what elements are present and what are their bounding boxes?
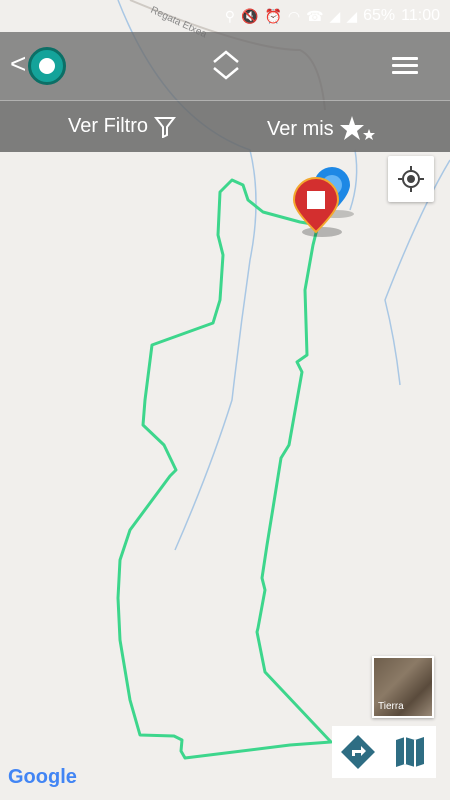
app-logo-icon[interactable] xyxy=(28,47,66,85)
hamburger-menu-icon[interactable] xyxy=(392,57,418,75)
satellite-layer-toggle[interactable]: Tierra xyxy=(372,656,434,718)
favorites-star-icon xyxy=(339,116,375,140)
filter-icon xyxy=(154,116,177,138)
satellite-layer-label: Tierra xyxy=(378,701,404,712)
google-attribution: Google xyxy=(8,766,77,789)
view-favorites-button[interactable]: Ver mis xyxy=(267,115,376,143)
back-chevron-icon[interactable]: < xyxy=(10,50,26,78)
view-favorites-label: Ver mis xyxy=(267,117,334,140)
filter-bar: Ver Filtro Ver mis xyxy=(0,100,450,152)
view-filter-button[interactable]: Ver Filtro xyxy=(68,115,177,138)
alarm-icon: ⏰ xyxy=(264,7,282,24)
google-attribution-text: Google xyxy=(8,766,77,788)
directions-icon[interactable] xyxy=(340,734,376,770)
location-status-icon: ⚲ xyxy=(224,7,235,24)
map-action-buttons xyxy=(332,726,436,778)
map-view-icon[interactable] xyxy=(392,734,428,770)
clock: 11:00 xyxy=(401,7,440,24)
view-filter-label: Ver Filtro xyxy=(68,115,149,137)
signal-icon-2: ◢ xyxy=(346,7,358,24)
mute-icon: 🔇 xyxy=(241,7,259,24)
collapse-toggle-icon[interactable] xyxy=(210,48,242,82)
signal-icon: ◢ xyxy=(329,7,341,24)
wifi-icon: ◠ xyxy=(287,7,301,24)
battery-level: 65% xyxy=(363,7,396,24)
call-icon: ☎ xyxy=(306,7,324,24)
app-header: < xyxy=(0,32,450,100)
my-location-icon xyxy=(398,166,424,192)
status-bar: ⚲ 🔇 ⏰ ◠ ☎ ◢ ◢ 65% 11:00 xyxy=(0,0,450,32)
my-location-button[interactable] xyxy=(388,156,434,202)
